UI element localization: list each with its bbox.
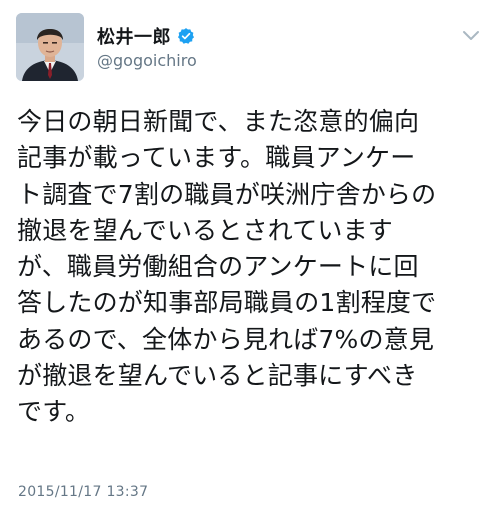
avatar[interactable] bbox=[16, 13, 84, 81]
verified-badge-icon bbox=[177, 27, 195, 45]
name-row: 松井一郎 bbox=[97, 23, 195, 49]
tweet-text: 今日の朝日新聞で、また恣意的偏向 記事が載っています。職員アンケー ト調査で7割… bbox=[17, 107, 437, 427]
display-name[interactable]: 松井一郎 bbox=[97, 23, 171, 49]
avatar-image bbox=[16, 13, 84, 81]
user-handle[interactable]: @gogoichiro bbox=[97, 51, 197, 70]
tweet-timestamp[interactable]: 2015/11/17 13:37 bbox=[18, 484, 148, 500]
chevron-down-icon[interactable] bbox=[462, 27, 480, 40]
tweet-header: 松井一郎 @gogoichiro bbox=[16, 13, 484, 83]
